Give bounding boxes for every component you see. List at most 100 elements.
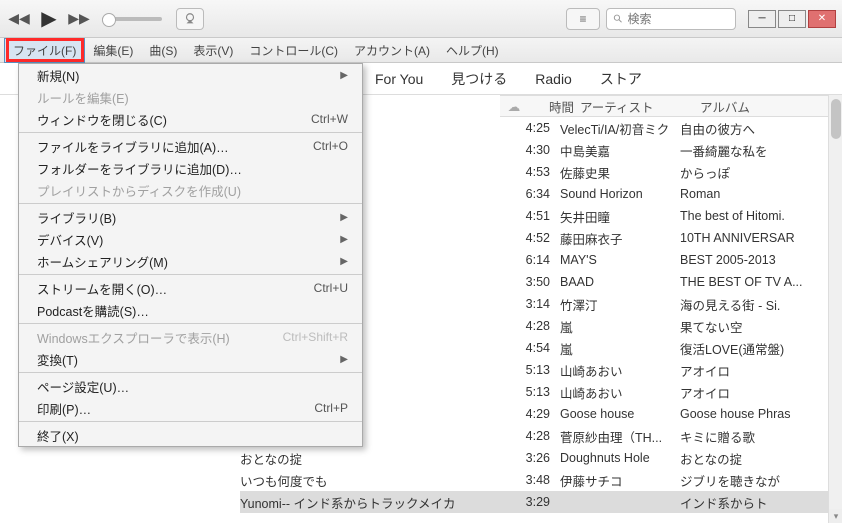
menu-file[interactable]: ファイル(F) — [4, 38, 85, 63]
menu-item[interactable]: フォルダーをライブラリに追加(D)… — [19, 157, 362, 179]
track-album: 復活LOVE(通常盤) — [680, 339, 834, 358]
track-time: 4:51 — [500, 209, 560, 223]
track-name: おとなの掟 — [240, 449, 500, 468]
track-artist: 藤田麻衣子 — [560, 229, 680, 248]
track-time: 4:25 — [500, 121, 560, 135]
menu-help[interactable]: ヘルプ(H) — [438, 39, 507, 62]
menu-account[interactable]: アカウント(A) — [346, 39, 438, 62]
track-time: 3:29 — [500, 495, 560, 509]
track-time: 4:29 — [500, 407, 560, 421]
track-name: いつも何度でも — [240, 471, 500, 490]
track-time: 3:14 — [500, 297, 560, 311]
menu-item[interactable]: デバイス(V)▶ — [19, 228, 362, 250]
track-album: アオイロ — [680, 383, 834, 402]
track-artist: 中島美嘉 — [560, 141, 680, 160]
menu-item[interactable]: ページ設定(U)… — [19, 375, 362, 397]
track-time: 3:48 — [500, 473, 560, 487]
tab-foryou[interactable]: For You — [375, 71, 423, 87]
track-time: 5:13 — [500, 385, 560, 399]
track-artist: 佐藤史果 — [560, 163, 680, 182]
menu-item[interactable]: Podcastを購読(S)… — [19, 299, 362, 321]
track-time: 4:28 — [500, 429, 560, 443]
tab-discover[interactable]: 見つける — [451, 69, 507, 89]
track-artist: Doughnuts Hole — [560, 451, 680, 465]
menu-item[interactable]: 変換(T)▶ — [19, 348, 362, 370]
play-button[interactable]: ▶ — [36, 7, 62, 31]
column-header: ☁ 時間 アーティスト アルバム — [500, 95, 828, 117]
minimize-button[interactable]: ─ — [748, 10, 776, 28]
col-time[interactable]: 時間 — [528, 97, 580, 116]
menu-item[interactable]: 印刷(P)…Ctrl+P — [19, 397, 362, 419]
table-row[interactable]: Yunomi-- インド系からトラックメイカ3:29 インド系からト — [240, 491, 834, 513]
track-time: 6:14 — [500, 253, 560, 267]
tab-store[interactable]: ストア — [600, 69, 642, 89]
menu-item[interactable]: ライブラリ(B)▶ — [19, 206, 362, 228]
prev-button[interactable]: ◀◀ — [6, 7, 32, 31]
menu-item: Windowsエクスプローラで表示(H)Ctrl+Shift+R — [19, 326, 362, 348]
track-album: 海の見える街 - Si. — [680, 295, 834, 314]
menu-item[interactable]: ウィンドウを閉じる(C)Ctrl+W — [19, 108, 362, 130]
menu-control[interactable]: コントロール(C) — [241, 39, 346, 62]
track-artist: Sound Horizon — [560, 187, 680, 201]
track-album: Roman — [680, 187, 834, 201]
menu-song[interactable]: 曲(S) — [141, 39, 185, 62]
track-album: 一番綺麗な私を — [680, 141, 834, 160]
menu-item[interactable]: ストリームを開く(O)…Ctrl+U — [19, 277, 362, 299]
track-artist: 山崎あおい — [560, 383, 680, 402]
track-artist: 嵐 — [560, 317, 680, 336]
menu-item[interactable]: ホームシェアリング(M)▶ — [19, 250, 362, 272]
track-album: キミに贈る歌 — [680, 427, 834, 446]
track-artist: 伊藤サチコ — [560, 471, 680, 490]
track-time: 3:26 — [500, 451, 560, 465]
volume-slider[interactable] — [102, 17, 162, 21]
next-button[interactable]: ▶▶ — [66, 7, 92, 31]
track-album: THE BEST OF TV A... — [680, 275, 834, 289]
col-cloud-icon: ☁ — [500, 99, 528, 114]
vertical-scrollbar[interactable]: ▾ — [828, 95, 842, 523]
right-tools: ≡ ─ □ ✕ — [566, 8, 836, 30]
window-controls: ─ □ ✕ — [748, 10, 836, 28]
menu-item: プレイリストからディスクを作成(U) — [19, 179, 362, 201]
track-artist: VelecTi/IA/初音ミク — [560, 119, 680, 138]
track-time: 5:13 — [500, 363, 560, 377]
track-artist: 矢井田瞳 — [560, 207, 680, 226]
track-artist: 菅原紗由理（TH... — [560, 427, 680, 446]
track-time: 6:34 — [500, 187, 560, 201]
track-artist: 嵐 — [560, 339, 680, 358]
track-album: 自由の彼方へ — [680, 119, 834, 138]
menu-item[interactable]: ファイルをライブラリに追加(A)…Ctrl+O — [19, 135, 362, 157]
search-field[interactable] — [628, 12, 730, 26]
track-album: BEST 2005-2013 — [680, 253, 834, 267]
search-input[interactable] — [606, 8, 736, 30]
menu-view[interactable]: 表示(V) — [185, 39, 241, 62]
table-row[interactable]: いつも何度でも3:48伊藤サチコジブリを聴きなが — [240, 469, 834, 491]
scrollbar-thumb[interactable] — [831, 99, 841, 139]
track-album: アオイロ — [680, 361, 834, 380]
track-artist: 山崎あおい — [560, 361, 680, 380]
menu-item: ルールを編集(E) — [19, 86, 362, 108]
airplay-button[interactable] — [176, 8, 204, 30]
menu-edit[interactable]: 編集(E) — [85, 39, 141, 62]
track-time: 4:30 — [500, 143, 560, 157]
track-time: 4:53 — [500, 165, 560, 179]
table-row[interactable]: おとなの掟3:26Doughnuts Holeおとなの掟 — [240, 447, 834, 469]
menubar: ファイル(F) 編集(E) 曲(S) 表示(V) コントロール(C) アカウント… — [0, 38, 842, 63]
toolbar: ◀◀ ▶ ▶▶ ≡ ─ □ ✕ — [0, 0, 842, 38]
list-view-button[interactable]: ≡ — [566, 8, 600, 30]
track-album: 果てない空 — [680, 317, 834, 336]
col-album[interactable]: アルバム — [700, 97, 828, 116]
maximize-button[interactable]: □ — [778, 10, 806, 28]
track-album: 10TH ANNIVERSAR — [680, 231, 834, 245]
close-button[interactable]: ✕ — [808, 10, 836, 28]
scroll-down-button[interactable]: ▾ — [829, 509, 842, 523]
tab-radio[interactable]: Radio — [535, 71, 572, 87]
col-artist[interactable]: アーティスト — [580, 97, 700, 116]
play-controls: ◀◀ ▶ ▶▶ — [6, 7, 204, 31]
track-artist: BAAD — [560, 275, 680, 289]
track-name: Yunomi-- インド系からトラックメイカ — [240, 493, 500, 512]
menu-item[interactable]: 終了(X) — [19, 424, 362, 446]
track-artist: 竹澤汀 — [560, 295, 680, 314]
menu-item[interactable]: 新規(N)▶ — [19, 64, 362, 86]
track-album: The best of Hitomi. — [680, 209, 834, 223]
track-album: インド系からト — [680, 493, 834, 512]
